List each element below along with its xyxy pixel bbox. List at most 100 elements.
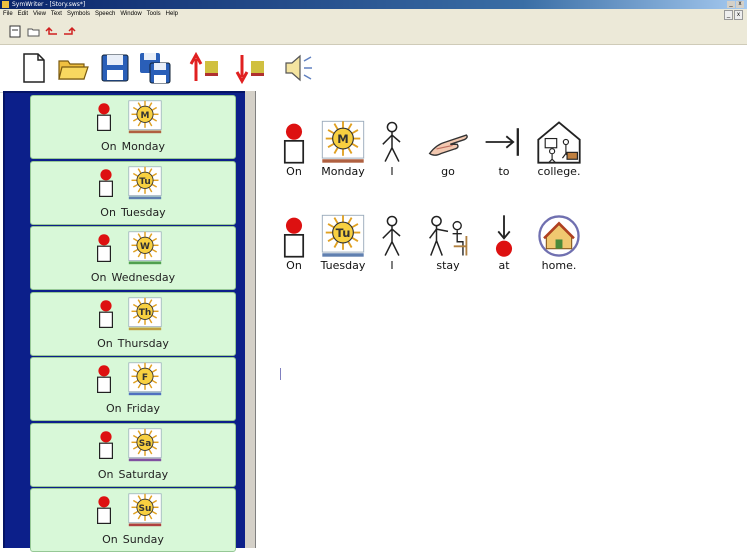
text-cursor [280, 368, 281, 380]
menu-symbols[interactable]: Symbols [67, 9, 90, 20]
speaker-icon[interactable] [282, 51, 316, 85]
day-sun-icon: W [128, 231, 162, 265]
menu-text[interactable]: Text [51, 9, 62, 20]
card-on-text: On [102, 533, 118, 546]
close-button[interactable]: x [736, 1, 744, 8]
minimize-button[interactable]: _ [727, 1, 735, 8]
card-on-text: On [100, 140, 117, 153]
symbol-word-label: I [390, 165, 394, 178]
line1-word[interactable]: go [418, 119, 478, 178]
symbol-word-label: I [390, 259, 394, 272]
app-icon [2, 1, 9, 8]
sidebar-card-label: On Sunday [31, 533, 235, 546]
svg-text:F: F [142, 373, 148, 383]
sidebar-card-wednesday[interactable]: W On Wednesday [30, 226, 236, 290]
open-folder-icon-large[interactable] [56, 51, 90, 85]
mdi-minimize-button[interactable]: _ [724, 10, 733, 20]
sidebar-card-tuesday[interactable]: Tu On Tuesday [30, 160, 236, 225]
menu-window[interactable]: Window [120, 9, 141, 20]
card-on-text: On [106, 402, 122, 415]
sun-M-icon: M [321, 120, 365, 163]
house-people-icon [537, 121, 581, 164]
sidebar-card-label: On Wednesday [31, 271, 235, 284]
symbol-word-label: to [498, 165, 510, 178]
new-doc-icon[interactable] [8, 24, 23, 39]
sidebar-card-monday[interactable]: M On Monday [30, 95, 236, 159]
home-circle-icon [538, 215, 580, 257]
card-day-text: Tuesday [120, 205, 166, 219]
svg-text:Su: Su [139, 504, 152, 514]
on-symbol-icon [97, 103, 111, 131]
sidebar-card-label: On Tuesday [31, 206, 235, 219]
main-toolbar [0, 45, 747, 93]
menu-bar: File Edit View Text Symbols Speech Windo… [0, 9, 747, 20]
pane-splitter[interactable] [245, 91, 255, 548]
day-sun-icon: Tu [128, 165, 162, 199]
symbol-word-label: home. [541, 259, 577, 272]
redo-icon[interactable] [62, 24, 77, 39]
menu-view[interactable]: View [33, 9, 46, 20]
line1-word[interactable]: college. [529, 119, 589, 178]
move-down-icon[interactable] [234, 51, 268, 85]
svg-text:Th: Th [139, 307, 152, 317]
on-symbol-icon [99, 430, 113, 459]
menu-file[interactable]: File [3, 9, 13, 20]
mdi-close-button[interactable]: x [734, 10, 743, 20]
stick-figure-icon [382, 215, 401, 256]
on-symbol-icon [97, 496, 111, 524]
stick-figure-icon [382, 121, 401, 162]
symbol-word-label: stay [436, 259, 460, 272]
title-bar: SymWriter - [Story.sws*] _ x [0, 0, 747, 9]
menu-edit[interactable]: Edit [18, 9, 28, 20]
card-day-text: Friday [126, 402, 160, 415]
document-area[interactable]: On M Monday Igo to college. On Tu Tuesday Istay at… [255, 91, 747, 548]
pointing-hand-icon [428, 134, 468, 156]
figure-dot-icon [283, 123, 305, 164]
new-document-icon[interactable] [16, 51, 50, 85]
card-day-text: Thursday [117, 336, 169, 350]
day-sun-icon: M [128, 100, 162, 134]
svg-text:M: M [337, 132, 348, 146]
card-on-text: On [90, 271, 107, 284]
menu-speech[interactable]: Speech [95, 9, 115, 20]
on-symbol-icon [97, 365, 111, 393]
sidebar-card-saturday[interactable]: Sa On Saturday [30, 422, 236, 487]
save-as-icon[interactable] [138, 51, 172, 85]
sidebar-card-thursday[interactable]: Th On Thursday [30, 291, 236, 356]
stick-figure-chair-icon [429, 215, 468, 256]
menu-tools[interactable]: Tools [147, 9, 161, 20]
line2-word[interactable]: I [362, 213, 422, 272]
card-day-text: Sunday [122, 533, 164, 546]
card-on-text: On [97, 467, 114, 481]
card-day-text: Wednesday [111, 271, 176, 284]
line2-word[interactable]: at [474, 213, 534, 272]
card-day-text: Saturday [118, 467, 169, 481]
move-up-icon[interactable] [188, 51, 222, 85]
line2-word[interactable]: stay [418, 213, 478, 272]
line1-word[interactable]: to [474, 119, 534, 178]
sidebar-card-friday[interactable]: F On Friday [30, 357, 236, 421]
card-day-text: Monday [121, 140, 166, 153]
on-symbol-icon [99, 299, 113, 328]
symbol-sidebar: M On Monday Tu On Tuesday W On Wednesday Th On Thur… [3, 91, 245, 552]
arrow-to-dot-icon [495, 215, 513, 257]
menu-help[interactable]: Help [166, 9, 178, 20]
sidebar-card-sunday[interactable]: Su On Sunday [30, 488, 236, 552]
svg-text:W: W [140, 242, 150, 252]
figure-dot-icon [283, 217, 305, 258]
day-sun-icon: F [128, 362, 162, 396]
open-folder-icon[interactable] [26, 24, 41, 39]
save-icon[interactable] [98, 51, 132, 85]
sidebar-card-label: On Saturday [31, 468, 235, 481]
sidebar-card-label: On Thursday [31, 337, 235, 350]
card-on-text: On [100, 205, 116, 219]
svg-text:Tu: Tu [336, 226, 351, 240]
card-on-text: On [97, 336, 113, 350]
line1-word[interactable]: I [362, 119, 422, 178]
symbol-word-label: go [441, 165, 455, 178]
undo-icon[interactable] [44, 24, 59, 39]
sidebar-card-label: On Friday [31, 402, 235, 415]
small-toolbar [0, 20, 747, 45]
on-symbol-icon [97, 234, 111, 262]
line2-word[interactable]: home. [529, 213, 589, 272]
